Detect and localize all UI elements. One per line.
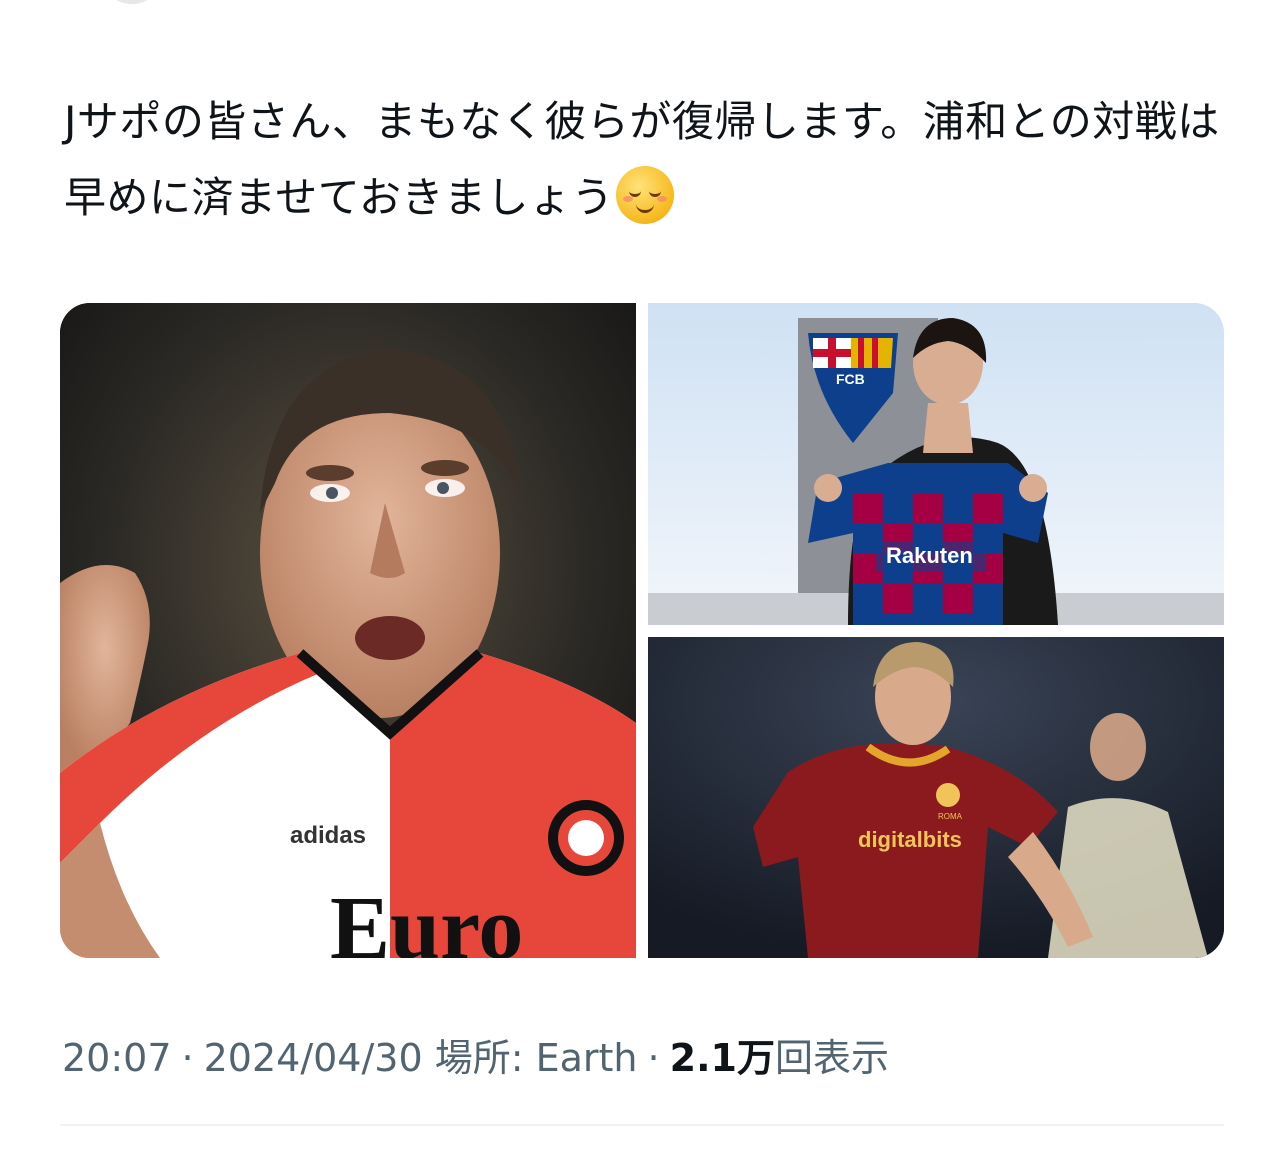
kit-brand-text: adidas xyxy=(290,822,366,849)
roma-player-image: digitalbits ROMA xyxy=(648,637,1224,958)
crest-text: ROMA xyxy=(938,812,963,821)
tweet-text: Jサポの皆さん、まもなく彼らが復帰します。浦和との対戦は早めに済ませておきましょ… xyxy=(64,84,1224,236)
media-feyenoord-player[interactable]: adidas Euro xyxy=(60,303,636,958)
feyenoord-player-image: adidas Euro xyxy=(60,303,636,958)
avatar[interactable] xyxy=(100,0,164,4)
smiling-face-icon xyxy=(615,166,674,224)
shirt-sponsor-text: digitalbits xyxy=(858,827,962,852)
tweet-time[interactable]: 20:07 xyxy=(62,1036,172,1080)
view-label: 回表示 xyxy=(774,1036,889,1080)
media-barcelona-signing[interactable]: FCB Rakuten xyxy=(648,303,1224,625)
media-roma-player[interactable]: digitalbits ROMA xyxy=(648,637,1224,958)
view-count: 2.1万 xyxy=(669,1036,775,1080)
tweet-date[interactable]: 2024/04/30 xyxy=(204,1036,423,1080)
shirt-sponsor-text: Euro xyxy=(330,879,523,958)
tweet-location[interactable]: 場所: Earth xyxy=(435,1036,638,1080)
media-grid: adidas Euro FCB Rakuten digitalbits ROMA xyxy=(60,303,1224,958)
crest-text: FCB xyxy=(836,371,865,387)
divider xyxy=(60,1124,1224,1126)
tweet-meta: 20:07 · 2024/04/30 場所: Earth · 2.1万回表示 xyxy=(62,1036,889,1080)
barcelona-signing-image: FCB Rakuten xyxy=(648,303,1224,625)
shirt-sponsor-text: Rakuten xyxy=(886,543,973,568)
